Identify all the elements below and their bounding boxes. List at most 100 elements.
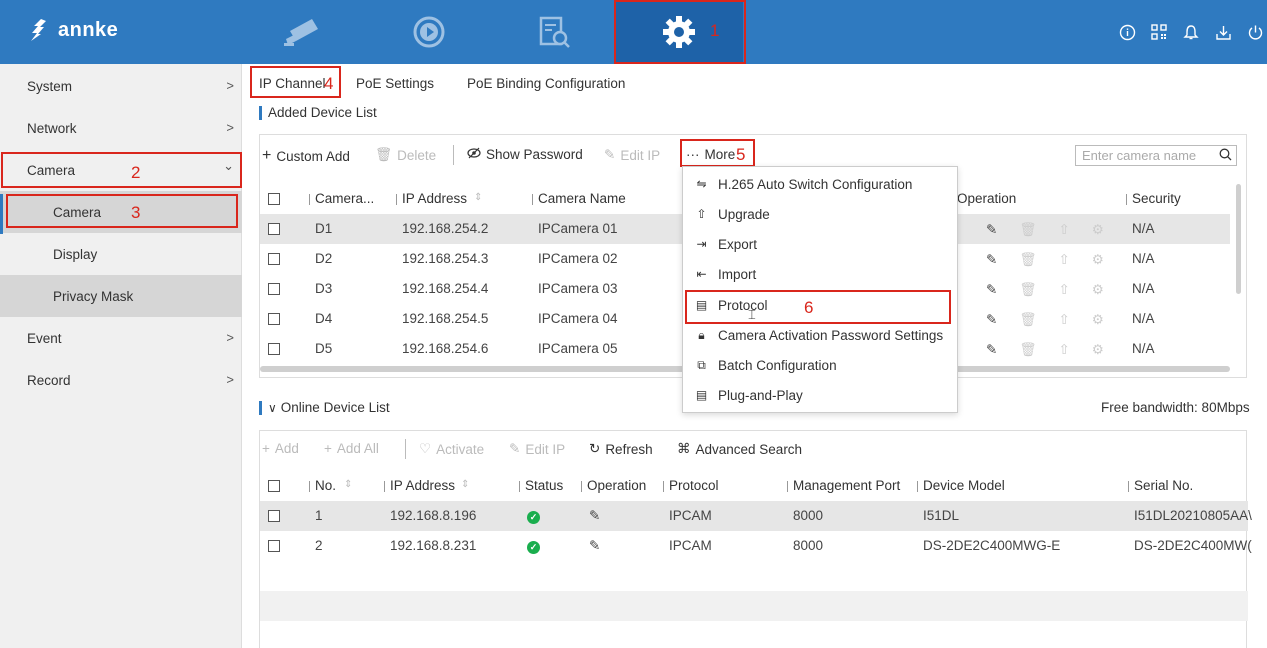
select-all-checkbox[interactable] bbox=[268, 193, 280, 205]
camera-search-input[interactable]: Enter camera name bbox=[1075, 145, 1237, 166]
column-header-ip[interactable]: IP Address bbox=[383, 478, 455, 493]
menu-item-h265-auto-switch[interactable]: ⇋ H.265 Auto Switch Configuration bbox=[683, 169, 959, 199]
annotation-number-1: 1 bbox=[710, 21, 720, 40]
edit-ip-button[interactable]: ✎ Edit IP bbox=[604, 147, 660, 163]
table-row[interactable]: 2 192.168.8.231 ✓ ✎ IPCAM 8000 DS-2DE2C4… bbox=[260, 531, 1252, 561]
cell-security: N/A bbox=[1132, 311, 1155, 326]
search-icon[interactable] bbox=[1219, 148, 1232, 164]
delete-icon[interactable]: 🗑 bbox=[1019, 342, 1036, 358]
menu-item-export[interactable]: ⇥ Export bbox=[683, 229, 959, 259]
nav-live-view[interactable] bbox=[240, 0, 368, 64]
online-device-title[interactable]: ∨ Online Device List bbox=[259, 400, 390, 415]
cell-name: IPCamera 01 bbox=[538, 221, 618, 236]
advanced-search-button[interactable]: ⌘ Advanced Search bbox=[677, 441, 802, 457]
row-checkbox[interactable] bbox=[268, 313, 280, 325]
row-checkbox[interactable] bbox=[268, 253, 280, 265]
edit-icon[interactable]: ✎ bbox=[986, 222, 997, 238]
edit-icon[interactable]: ✎ bbox=[589, 508, 600, 524]
column-header-no[interactable]: No. bbox=[308, 478, 336, 493]
brand-name: annke bbox=[58, 18, 119, 41]
upgrade-icon[interactable]: ⇧ bbox=[1058, 252, 1069, 268]
settings-icon[interactable]: ⚙ bbox=[1092, 282, 1104, 298]
row-checkbox[interactable] bbox=[268, 343, 280, 355]
upgrade-icon[interactable]: ⇧ bbox=[1058, 312, 1069, 328]
column-header-camera[interactable]: Camera... bbox=[308, 191, 374, 206]
sidebar-item-event[interactable]: Event > bbox=[0, 317, 242, 359]
info-icon[interactable] bbox=[1117, 22, 1137, 42]
download-icon[interactable] bbox=[1213, 22, 1233, 42]
tab-poe-binding[interactable]: PoE Binding Configuration bbox=[467, 76, 625, 91]
sidebar-item-system[interactable]: System > bbox=[0, 65, 242, 107]
sidebar-subitem-display[interactable]: Display bbox=[0, 233, 242, 275]
cell-name: IPCamera 03 bbox=[538, 281, 618, 296]
vertical-scrollbar[interactable] bbox=[1236, 184, 1241, 294]
sort-icon[interactable]: ⇕ bbox=[461, 479, 469, 490]
delete-icon[interactable]: 🗑 bbox=[1019, 222, 1036, 238]
sidebar-item-network[interactable]: Network > bbox=[0, 107, 242, 149]
menu-item-batch-configuration[interactable]: ⧉ Batch Configuration bbox=[683, 350, 959, 380]
row-checkbox[interactable] bbox=[268, 283, 280, 295]
settings-icon[interactable]: ⚙ bbox=[1092, 222, 1104, 238]
table-row[interactable]: 1 192.168.8.196 ✓ ✎ IPCAM 8000 I51DL I51… bbox=[260, 501, 1252, 531]
online-edit-ip-button[interactable]: ✎ Edit IP bbox=[509, 441, 565, 457]
tab-poe-settings[interactable]: PoE Settings bbox=[356, 76, 434, 91]
upgrade-icon: ⇧ bbox=[696, 207, 707, 221]
refresh-button[interactable]: ↻ Refresh bbox=[589, 441, 653, 457]
column-header-protocol: Protocol bbox=[663, 478, 719, 493]
sidebar-subitem-privacy-mask[interactable]: Privacy Mask bbox=[0, 275, 242, 317]
edit-icon[interactable]: ✎ bbox=[986, 342, 997, 358]
add-button[interactable]: + Add bbox=[262, 441, 299, 456]
nav-playback[interactable] bbox=[365, 0, 493, 64]
upgrade-icon[interactable]: ⇧ bbox=[1058, 222, 1069, 238]
column-header-serial: Serial No. bbox=[1127, 478, 1194, 493]
menu-item-import[interactable]: ⇤ Import bbox=[683, 259, 959, 289]
add-all-button[interactable]: + Add All bbox=[324, 441, 379, 456]
edit-icon[interactable]: ✎ bbox=[589, 538, 600, 554]
bell-icon[interactable] bbox=[1181, 22, 1201, 42]
lock-icon: 🔒︎ bbox=[698, 327, 705, 342]
edit-icon[interactable]: ✎ bbox=[986, 312, 997, 328]
delete-icon[interactable]: 🗑 bbox=[1019, 312, 1036, 328]
row-operations: ✎ 🗑 ⇧ ⚙ bbox=[986, 252, 1104, 268]
column-header-ip[interactable]: IP Address bbox=[395, 191, 467, 206]
settings-icon[interactable]: ⚙ bbox=[1092, 312, 1104, 328]
sidebar-item-label: Record bbox=[27, 372, 71, 388]
row-checkbox[interactable] bbox=[268, 223, 280, 235]
activate-button[interactable]: ♡ Activate bbox=[419, 441, 484, 457]
menu-item-upgrade[interactable]: ⇧ Upgrade bbox=[683, 199, 959, 229]
delete-icon[interactable]: 🗑 bbox=[1019, 252, 1036, 268]
cell-channel: D4 bbox=[315, 311, 333, 326]
cell-ip: 192.168.254.3 bbox=[402, 251, 489, 266]
sidebar-item-record[interactable]: Record > bbox=[0, 359, 242, 401]
settings-icon[interactable]: ⚙ bbox=[1092, 252, 1104, 268]
edit-icon[interactable]: ✎ bbox=[986, 282, 997, 298]
upgrade-icon[interactable]: ⇧ bbox=[1058, 342, 1069, 358]
select-all-checkbox[interactable] bbox=[268, 480, 280, 492]
power-icon[interactable] bbox=[1245, 22, 1265, 42]
edit-icon[interactable]: ✎ bbox=[986, 252, 997, 268]
menu-item-activation-password[interactable]: 🔒︎ Camera Activation Password Settings bbox=[683, 320, 959, 350]
delete-icon[interactable]: 🗑 bbox=[1019, 282, 1036, 298]
nav-search[interactable] bbox=[490, 0, 618, 64]
menu-item-label: H.265 Auto Switch Configuration bbox=[718, 176, 913, 192]
sort-icon[interactable]: ⇕ bbox=[344, 479, 352, 490]
custom-add-button[interactable]: + Custom Add bbox=[262, 147, 350, 165]
row-checkbox[interactable] bbox=[268, 510, 280, 522]
column-header-name[interactable]: Camera Name bbox=[532, 191, 626, 206]
row-checkbox[interactable] bbox=[268, 540, 280, 552]
menu-item-plug-and-play[interactable]: ▤ Plug-and-Play bbox=[683, 380, 959, 410]
column-header-operation: Operation bbox=[580, 478, 647, 493]
sort-icon[interactable]: ⇕ bbox=[474, 192, 482, 203]
show-password-label: Show Password bbox=[486, 147, 583, 162]
switch-icon: ⇋ bbox=[696, 177, 707, 191]
chevron-down-icon[interactable]: ∨ bbox=[268, 401, 277, 415]
trash-icon: 🗑 bbox=[375, 147, 393, 162]
qr-icon[interactable] bbox=[1149, 22, 1169, 42]
settings-icon[interactable]: ⚙ bbox=[1092, 342, 1104, 358]
upgrade-icon[interactable]: ⇧ bbox=[1058, 282, 1069, 298]
delete-button[interactable]: 🗑 Delete bbox=[375, 147, 436, 163]
cell-channel: D1 bbox=[315, 221, 333, 236]
import-icon: ⇤ bbox=[696, 267, 707, 281]
show-password-button[interactable]: Show Password bbox=[467, 147, 583, 162]
menu-item-label: Plug-and-Play bbox=[718, 387, 803, 403]
